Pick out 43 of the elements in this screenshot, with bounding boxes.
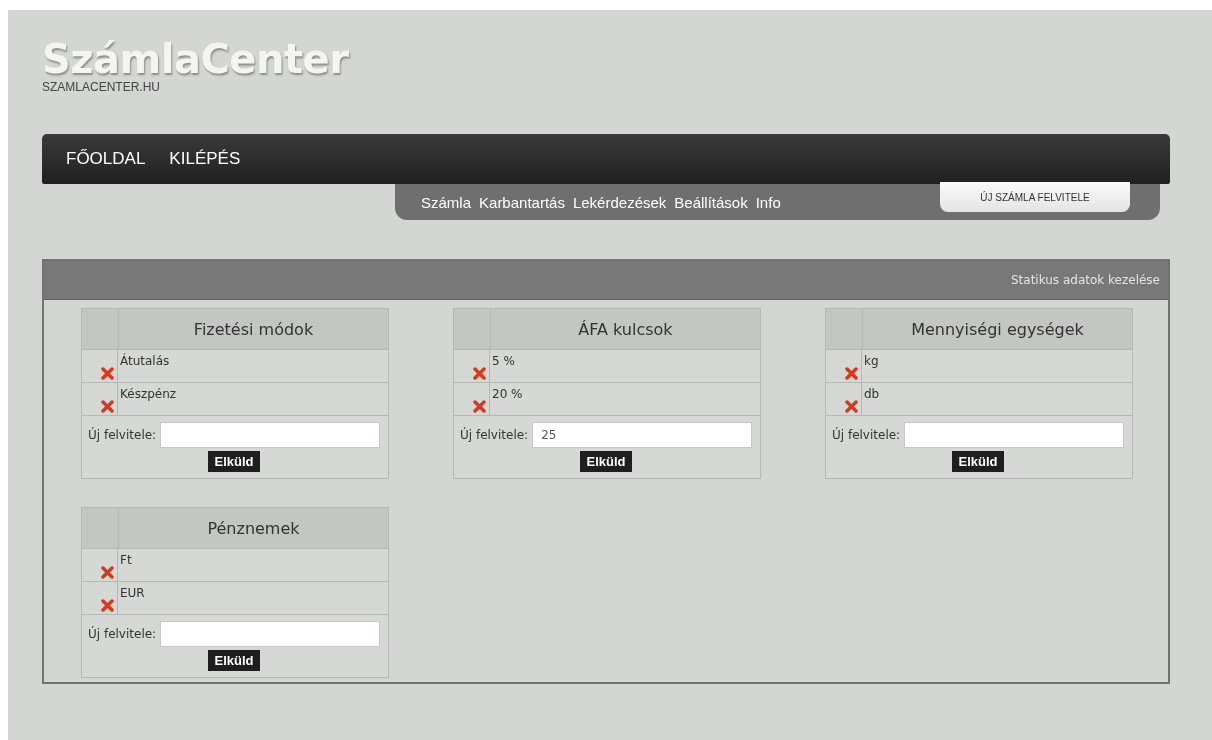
input-field[interactable]: 25 xyxy=(532,422,752,448)
field-label: Új felvitele: xyxy=(832,428,901,442)
delete-icon[interactable] xyxy=(845,399,859,413)
table-item: Készpénz xyxy=(119,386,177,403)
logo-subtitle: SZAMLACENTER.HU xyxy=(42,80,161,94)
field-label: Új felvitele: xyxy=(88,627,157,641)
submit-button[interactable]: Elküld xyxy=(580,451,632,472)
delete-icon[interactable] xyxy=(101,366,115,380)
delete-icon[interactable] xyxy=(101,565,115,579)
delete-icon[interactable] xyxy=(473,399,487,413)
sub-nav-link[interactable]: Info xyxy=(755,193,781,211)
delete-icon[interactable] xyxy=(845,366,859,380)
new-invoice-button[interactable]: ÚJ SZÁMLA FELVITELE xyxy=(940,182,1130,212)
input-field[interactable] xyxy=(904,422,1124,448)
sub-nav-link[interactable]: Karbantartás xyxy=(479,193,565,211)
sub-nav-link[interactable]: Számla xyxy=(421,193,472,211)
sub-nav-link[interactable]: Beállítások xyxy=(674,193,748,211)
delete-icon[interactable] xyxy=(473,366,487,380)
panel-title: Statikus adatok kezelése xyxy=(1010,273,1160,287)
field-label: Új felvitele: xyxy=(460,428,529,442)
table-item: db xyxy=(863,386,880,403)
delete-icon[interactable] xyxy=(101,598,115,612)
table-item: Átutalás xyxy=(119,352,170,370)
nav-link[interactable]: FŐOLDAL xyxy=(66,149,146,169)
input-field[interactable] xyxy=(160,621,380,647)
sub-nav-link[interactable]: Lekérdezések xyxy=(572,193,667,211)
table-item: EUR xyxy=(119,585,145,602)
submit-button[interactable]: Elküld xyxy=(208,650,260,671)
table-item: 5 % xyxy=(491,353,515,370)
table-title: Mennyiségi egységek xyxy=(910,318,1085,341)
field-label: Új felvitele: xyxy=(88,428,157,442)
input-field[interactable] xyxy=(160,422,380,448)
logo-title: SzámlaCenter xyxy=(42,35,349,82)
table-item: Ft xyxy=(119,552,132,569)
submit-button[interactable]: Elküld xyxy=(208,451,260,472)
table-item: kg xyxy=(863,353,879,370)
submit-button[interactable]: Elküld xyxy=(952,451,1004,472)
table-title: Fizetési módok xyxy=(192,318,315,341)
table-title: ÁFA kulcsok xyxy=(577,318,674,341)
table-item: 20 % xyxy=(491,386,523,403)
nav-link[interactable]: KILÉPÉS xyxy=(169,149,241,169)
table-title: Pénznemek xyxy=(206,517,301,540)
delete-icon[interactable] xyxy=(101,399,115,413)
